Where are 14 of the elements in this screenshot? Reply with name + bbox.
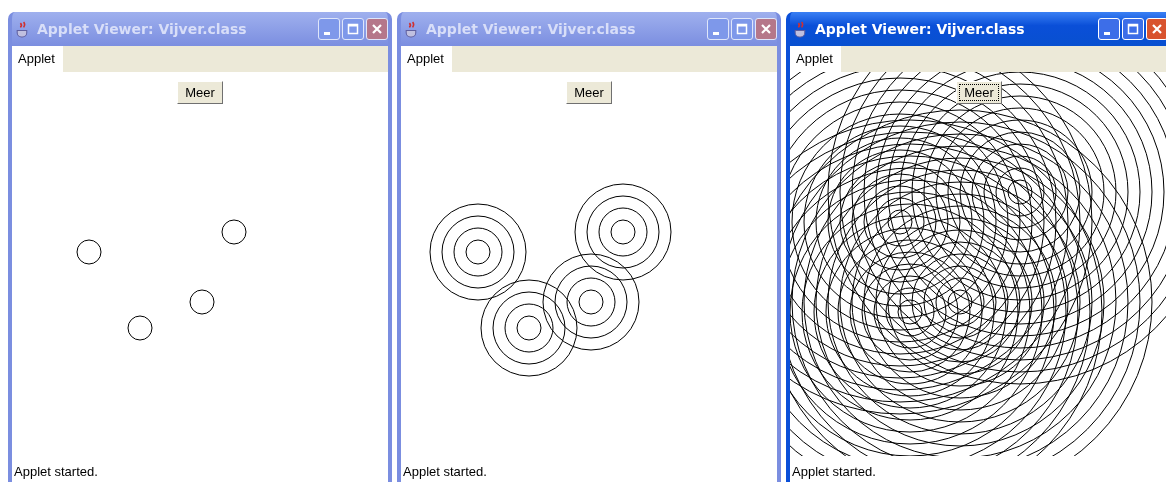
close-icon bbox=[1150, 22, 1164, 36]
window-title: Applet Viewer: Vijver.class bbox=[37, 21, 248, 37]
minimize-icon bbox=[1104, 31, 1110, 35]
menu-item[interactable]: Applet bbox=[790, 46, 841, 72]
maximize-icon bbox=[346, 22, 360, 36]
window-title: Applet Viewer: Vijver.class bbox=[426, 21, 637, 37]
maximize-icon bbox=[1126, 22, 1140, 36]
close-icon bbox=[370, 22, 384, 36]
close-icon bbox=[759, 22, 773, 36]
minimize-icon bbox=[324, 31, 330, 35]
window-title: Applet Viewer: Vijver.class bbox=[815, 21, 1026, 37]
meer-button[interactable]: Meer bbox=[956, 81, 1002, 104]
maximize-icon bbox=[735, 22, 749, 36]
minimize-icon bbox=[713, 31, 719, 35]
